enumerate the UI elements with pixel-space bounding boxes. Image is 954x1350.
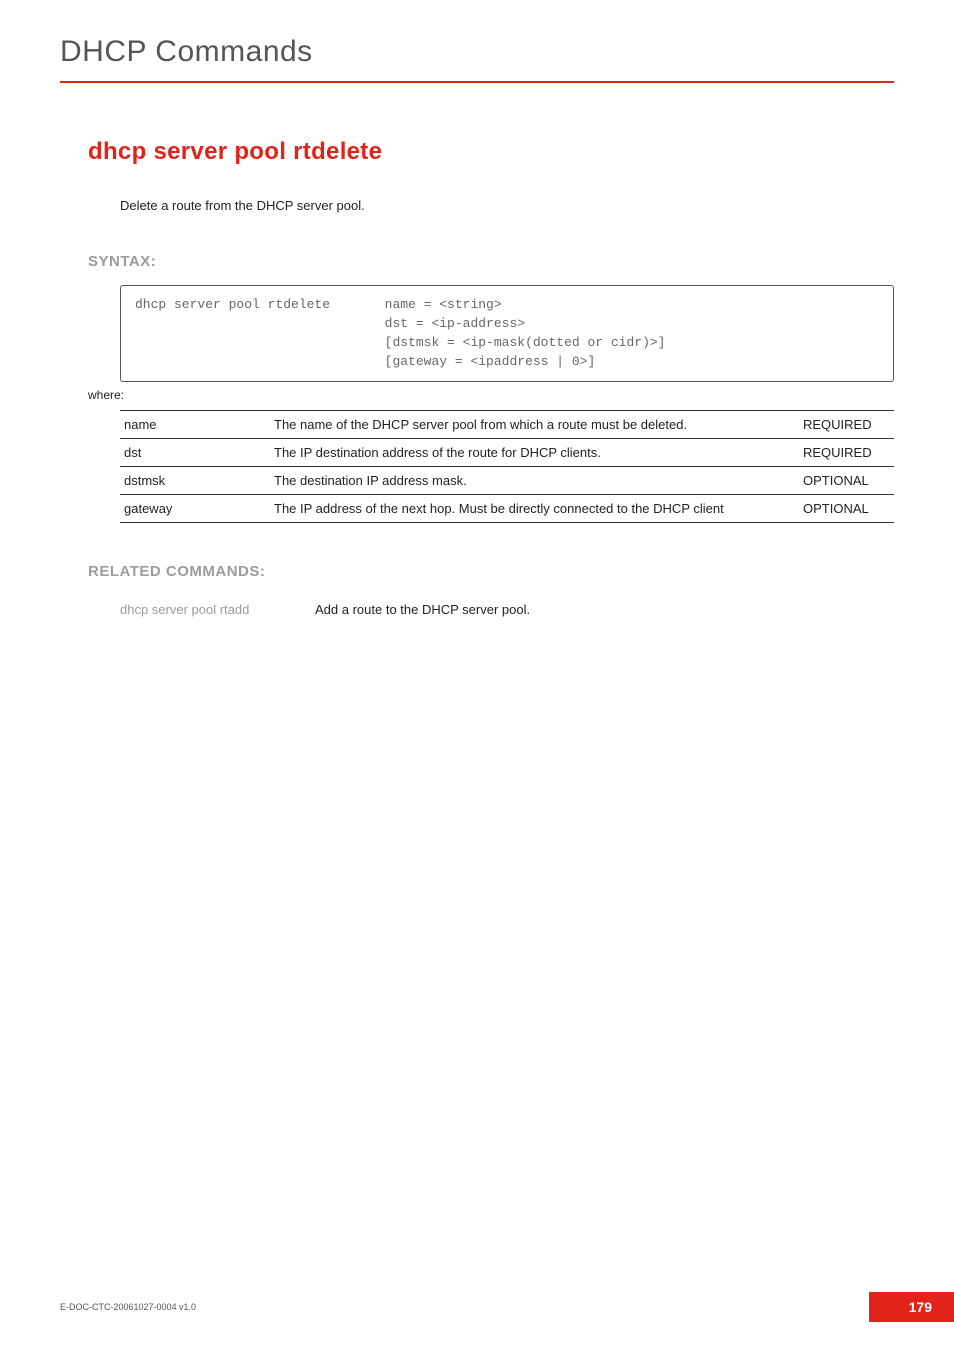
syntax-box: dhcp server pool rtdelete name = <string…	[120, 285, 894, 382]
page-footer: E-DOC-CTC-20061027-0004 v1.0 179	[60, 1292, 954, 1322]
command-title: dhcp server pool rtdelete	[88, 138, 894, 166]
header-rule	[60, 81, 894, 83]
command-description: Delete a route from the DHCP server pool…	[120, 198, 894, 213]
syntax-label: SYNTAX:	[88, 253, 894, 270]
param-name: gateway	[120, 495, 270, 523]
param-required: REQUIRED	[799, 439, 894, 467]
table-row: dst The IP destination address of the ro…	[120, 439, 894, 467]
related-commands-label: RELATED COMMANDS:	[88, 563, 894, 580]
chapter-title: DHCP Commands	[60, 35, 894, 69]
param-desc: The destination IP address mask.	[270, 467, 799, 495]
related-command-name: dhcp server pool rtadd	[120, 602, 285, 617]
table-row: name The name of the DHCP server pool fr…	[120, 411, 894, 439]
document-id: E-DOC-CTC-20061027-0004 v1.0	[60, 1302, 196, 1312]
parameter-table: name The name of the DHCP server pool fr…	[120, 410, 894, 523]
param-name: dst	[120, 439, 270, 467]
param-required: REQUIRED	[799, 411, 894, 439]
table-row: dstmsk The destination IP address mask. …	[120, 467, 894, 495]
related-row: dhcp server pool rtadd Add a route to th…	[120, 602, 894, 617]
related-commands-block: dhcp server pool rtadd Add a route to th…	[120, 602, 894, 617]
param-name: name	[120, 411, 270, 439]
param-desc: The name of the DHCP server pool from wh…	[270, 411, 799, 439]
param-desc: The IP destination address of the route …	[270, 439, 799, 467]
where-label: where:	[88, 388, 894, 402]
param-required: OPTIONAL	[799, 495, 894, 523]
param-desc: The IP address of the next hop. Must be …	[270, 495, 799, 523]
table-row: gateway The IP address of the next hop. …	[120, 495, 894, 523]
related-command-desc: Add a route to the DHCP server pool.	[315, 602, 530, 617]
page-number: 179	[869, 1292, 954, 1322]
param-name: dstmsk	[120, 467, 270, 495]
param-required: OPTIONAL	[799, 467, 894, 495]
